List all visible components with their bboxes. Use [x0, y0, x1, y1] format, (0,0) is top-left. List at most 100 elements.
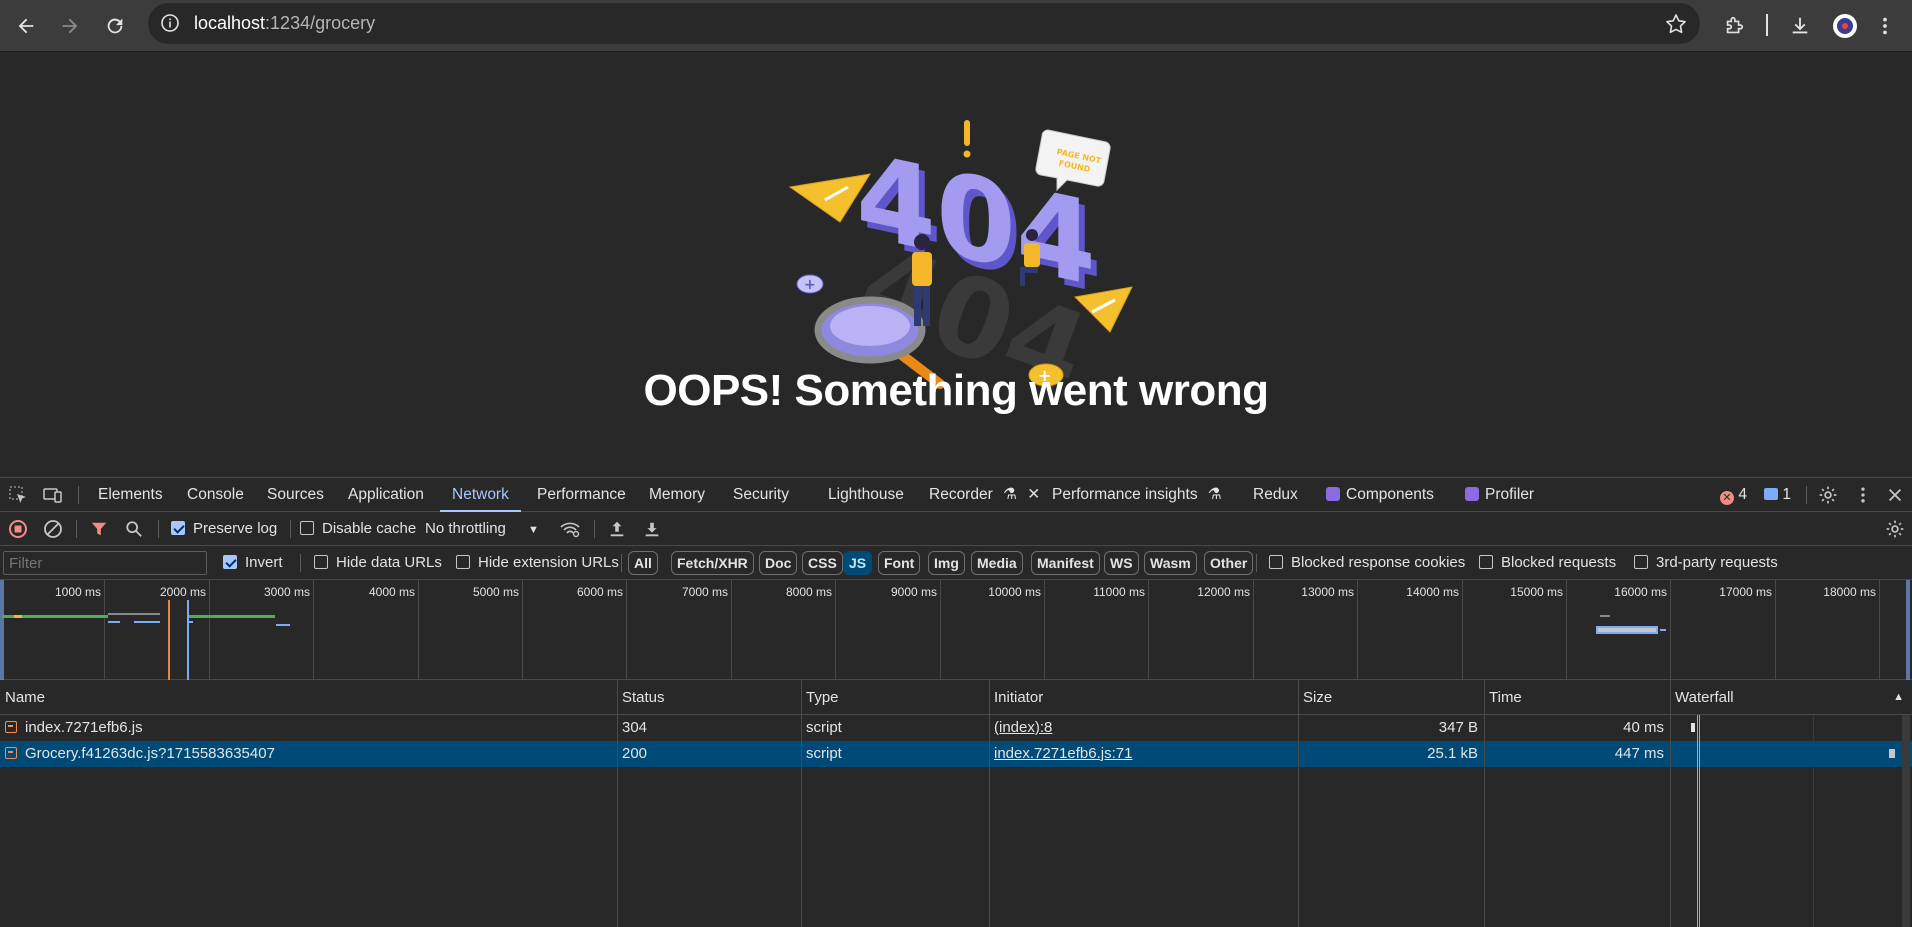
type-filter-media[interactable]: Media	[971, 551, 1023, 575]
tab-performance[interactable]: Performance	[537, 478, 626, 512]
scrollbar[interactable]	[1902, 715, 1910, 927]
checkbox-checked[interactable]	[171, 521, 185, 535]
hide-extension-urls-label: Hide extension URLs	[478, 554, 619, 571]
disable-cache-label: Disable cache	[322, 520, 417, 537]
network-overview-timeline[interactable]: 1000 ms 2000 ms 3000 ms 4000 ms 5000 ms 6000 …	[0, 580, 1912, 680]
type-filter-other[interactable]: Other	[1204, 551, 1254, 575]
column-divider[interactable]	[989, 680, 990, 927]
close-tab-icon[interactable]: ✕	[1027, 486, 1040, 503]
type-filter-ws[interactable]: WS	[1104, 551, 1139, 575]
blocked-response-cookies-checkbox[interactable]: Blocked response cookies	[1269, 546, 1465, 580]
extensions-button[interactable]	[1714, 6, 1754, 46]
record-button[interactable]	[6, 517, 30, 541]
throttling-select[interactable]: No throttling ▼	[425, 512, 539, 546]
tab-performance-insights[interactable]: Performance insights ⚗	[1052, 478, 1222, 512]
column-divider[interactable]	[801, 680, 802, 927]
request-initiator-link[interactable]: index.7271efb6.js:71	[994, 745, 1132, 762]
import-har-button[interactable]	[605, 517, 629, 541]
checkbox-unchecked[interactable]	[300, 521, 314, 535]
type-filter-doc[interactable]: Doc	[759, 551, 798, 575]
invert-checkbox[interactable]: Invert	[223, 546, 283, 580]
blocked-requests-checkbox[interactable]: Blocked requests	[1479, 546, 1616, 580]
column-divider[interactable]	[1484, 680, 1485, 927]
type-filter-manifest[interactable]: Manifest	[1031, 551, 1100, 575]
filter-toggle-button[interactable]	[87, 517, 111, 541]
column-header-waterfall[interactable]: Waterfall ▲	[1670, 680, 1912, 715]
column-divider[interactable]	[1670, 680, 1671, 927]
table-row[interactable]: index.7271efb6.js 304 script (index):8 3…	[0, 715, 1912, 741]
type-filter-fetch-xhr[interactable]: Fetch/XHR	[671, 551, 754, 575]
checkbox-unchecked[interactable]	[1479, 555, 1493, 569]
device-toolbar-button[interactable]	[41, 483, 65, 507]
preserve-log-checkbox[interactable]: Preserve log	[171, 512, 277, 546]
column-header-type[interactable]: Type	[801, 680, 989, 715]
tab-memory[interactable]: Memory	[649, 478, 705, 512]
column-header-status[interactable]: Status	[617, 680, 801, 715]
export-har-button[interactable]	[640, 517, 664, 541]
overview-right-handle[interactable]	[1906, 580, 1910, 680]
column-header-initiator[interactable]: Initiator	[989, 680, 1298, 715]
back-button[interactable]	[6, 6, 46, 46]
type-filter-font[interactable]: Font	[878, 551, 921, 575]
tab-application[interactable]: Application	[348, 478, 424, 512]
error-count-badge[interactable]: ✕ 4	[1720, 478, 1747, 512]
network-conditions-button[interactable]	[558, 517, 582, 541]
tab-redux[interactable]: Redux	[1253, 478, 1298, 512]
wifi-settings-icon	[560, 522, 580, 538]
filter-input[interactable]	[3, 551, 207, 575]
devtools-menu-button[interactable]	[1851, 483, 1875, 507]
column-header-time[interactable]: Time	[1484, 680, 1670, 715]
inspect-element-button[interactable]	[6, 483, 30, 507]
tab-lighthouse[interactable]: Lighthouse	[828, 478, 904, 512]
bookmark-star-icon[interactable]	[1664, 12, 1688, 36]
devtools-tab-strip: Elements Console Sources Application Net…	[0, 478, 1912, 512]
downloads-button[interactable]	[1780, 6, 1820, 46]
devtools-settings-button[interactable]	[1816, 483, 1840, 507]
invert-label: Invert	[245, 554, 283, 571]
clear-button[interactable]	[41, 517, 65, 541]
tab-network[interactable]: Network	[440, 478, 521, 512]
search-button[interactable]	[122, 517, 146, 541]
type-filter-js[interactable]: JS	[843, 551, 873, 575]
type-filter-css[interactable]: CSS	[802, 551, 843, 575]
tab-profiler[interactable]: Profiler	[1465, 478, 1534, 512]
hide-extension-urls-checkbox[interactable]: Hide extension URLs	[456, 546, 619, 580]
request-name-cell: Grocery.f41263dc.js?1715583635407	[0, 741, 617, 767]
request-initiator-link[interactable]: (index):8	[994, 719, 1052, 736]
third-party-requests-checkbox[interactable]: 3rd-party requests	[1634, 546, 1778, 580]
checkbox-unchecked[interactable]	[1269, 555, 1283, 569]
column-divider[interactable]	[1298, 680, 1299, 927]
column-header-size[interactable]: Size	[1298, 680, 1484, 715]
tab-components[interactable]: Components	[1326, 478, 1434, 512]
request-initiator-cell: (index):8	[989, 715, 1298, 741]
tab-console[interactable]: Console	[187, 478, 244, 512]
devtools-close-button[interactable]	[1883, 483, 1907, 507]
network-settings-button[interactable]	[1883, 517, 1907, 541]
type-filter-all[interactable]: All	[628, 551, 658, 575]
reload-button[interactable]	[95, 6, 135, 46]
overview-left-handle[interactable]	[0, 580, 4, 680]
type-filter-wasm[interactable]: Wasm	[1144, 551, 1197, 575]
disable-cache-checkbox[interactable]: Disable cache	[300, 512, 416, 546]
address-bar[interactable]: localhost:1234/grocery	[148, 3, 1700, 44]
profile-button[interactable]	[1825, 6, 1865, 46]
table-row[interactable]: Grocery.f41263dc.js?1715583635407 200 sc…	[0, 741, 1912, 767]
waterfall-bar	[1889, 749, 1895, 758]
column-divider[interactable]	[617, 680, 618, 927]
tab-sources[interactable]: Sources	[267, 478, 324, 512]
forward-button[interactable]	[50, 6, 90, 46]
checkbox-unchecked[interactable]	[1634, 555, 1648, 569]
checkbox-checked[interactable]	[223, 555, 237, 569]
tab-security[interactable]: Security	[733, 478, 789, 512]
column-header-name[interactable]: Name	[0, 680, 617, 715]
chrome-menu-button[interactable]	[1865, 6, 1905, 46]
checkbox-unchecked[interactable]	[456, 555, 470, 569]
hide-data-urls-checkbox[interactable]: Hide data URLs	[314, 546, 442, 580]
tab-elements[interactable]: Elements	[98, 478, 163, 512]
message-count-badge[interactable]: 1	[1764, 478, 1791, 512]
checkbox-unchecked[interactable]	[314, 555, 328, 569]
tab-recorder[interactable]: Recorder ⚗ ✕	[929, 478, 1040, 512]
site-info-icon[interactable]	[160, 13, 180, 33]
type-filter-img[interactable]: Img	[928, 551, 965, 575]
flask-icon: ⚗	[1003, 486, 1017, 503]
